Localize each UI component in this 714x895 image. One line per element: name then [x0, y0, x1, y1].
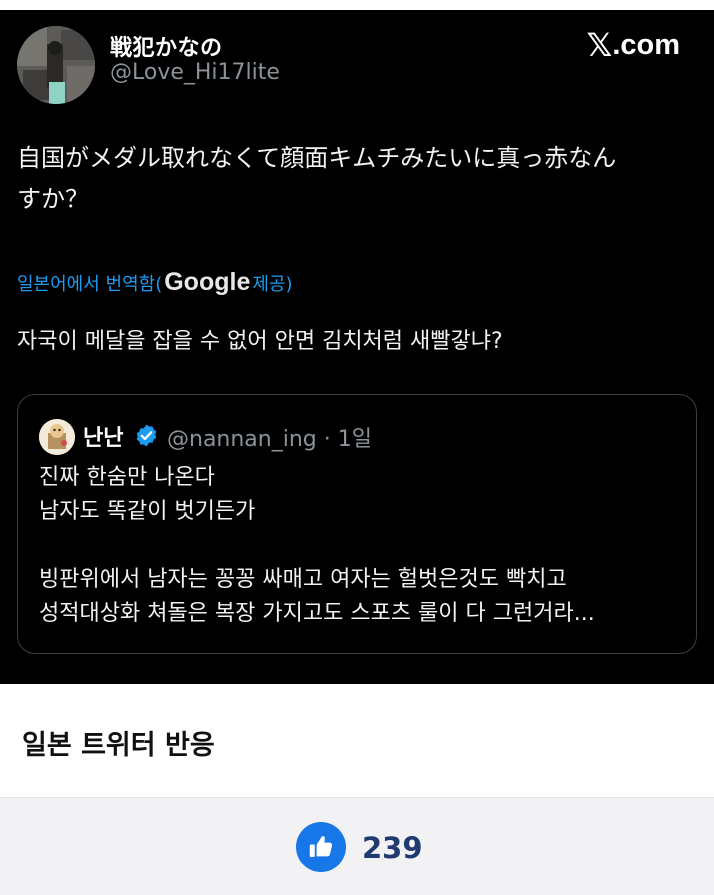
translate-prefix: 일본어에서 번역함( — [17, 273, 163, 295]
page: 戦犯かなの @Love_Hi17lite 𝕏 .com 自国がメダル取れなくて顔… — [0, 0, 714, 895]
brand-domain: .com — [612, 28, 680, 61]
like-count: 239 — [362, 831, 423, 865]
quoted-text-line: 남자도 똑같이 벗기든가 — [39, 499, 256, 524]
quoted-display-name[interactable]: 난난 — [83, 420, 123, 452]
reaction-bar: 239 — [0, 797, 714, 895]
display-name[interactable]: 戦犯かなの — [110, 30, 223, 62]
quoted-handle-time[interactable]: @nannan_ing · 1일 — [167, 421, 372, 453]
like-button[interactable] — [296, 822, 346, 872]
quoted-text-line: 빙판위에서 남자는 꽁꽁 싸매고 여자는 헐벗은것도 빡치고 — [39, 567, 567, 592]
x-brand-logo: 𝕏 .com — [587, 26, 680, 64]
quoted-text-line: 진짜 한숨만 나온다 — [39, 465, 215, 490]
avatar-photo-icon — [17, 26, 95, 104]
tweet-card[interactable]: 戦犯かなの @Love_Hi17lite 𝕏 .com 自国がメダル取れなくて顔… — [0, 10, 714, 684]
translation-attribution[interactable]: 일본어에서 번역함( Google 제공) — [17, 268, 293, 297]
quoted-text: 진짜 한숨만 나온다 남자도 똑같이 벗기든가 빙판위에서 남자는 꽁꽁 싸매고… — [39, 461, 689, 631]
x-logo-icon: 𝕏 — [586, 26, 613, 64]
user-handle[interactable]: @Love_Hi17lite — [110, 60, 280, 85]
verified-badge-icon — [136, 424, 157, 447]
thumbs-up-icon — [309, 836, 333, 857]
cartoon-character-icon — [39, 419, 75, 455]
quoted-text-line: 성적대상화 쳐돌은 복장 가지고도 스포츠 룰이 다 그런거라... — [39, 601, 595, 626]
quoted-tweet[interactable]: 난난 @nannan_ing · 1일 진짜 한숨만 나온다 남자도 똑같이 벗… — [17, 394, 697, 654]
post-caption: 일본 트위터 반응 — [22, 730, 215, 761]
google-logo: Google — [164, 268, 251, 296]
quoted-text-blank-line — [39, 529, 689, 563]
user-avatar[interactable] — [17, 26, 95, 104]
tweet-text: 自国がメダル取れなくて顔面キムチみたいに真っ赤なん すか？ — [17, 138, 687, 220]
translated-text: 자국이 메달을 잡을 수 없어 안면 김치처럼 새빨갛냐? — [17, 329, 503, 354]
quoted-user-avatar[interactable] — [39, 419, 75, 455]
tweet-text-line: 自国がメダル取れなくて顔面キムチみたいに真っ赤なん — [17, 144, 617, 172]
tweet-text-line: すか？ — [17, 185, 89, 213]
translate-suffix: 제공) — [252, 273, 293, 295]
